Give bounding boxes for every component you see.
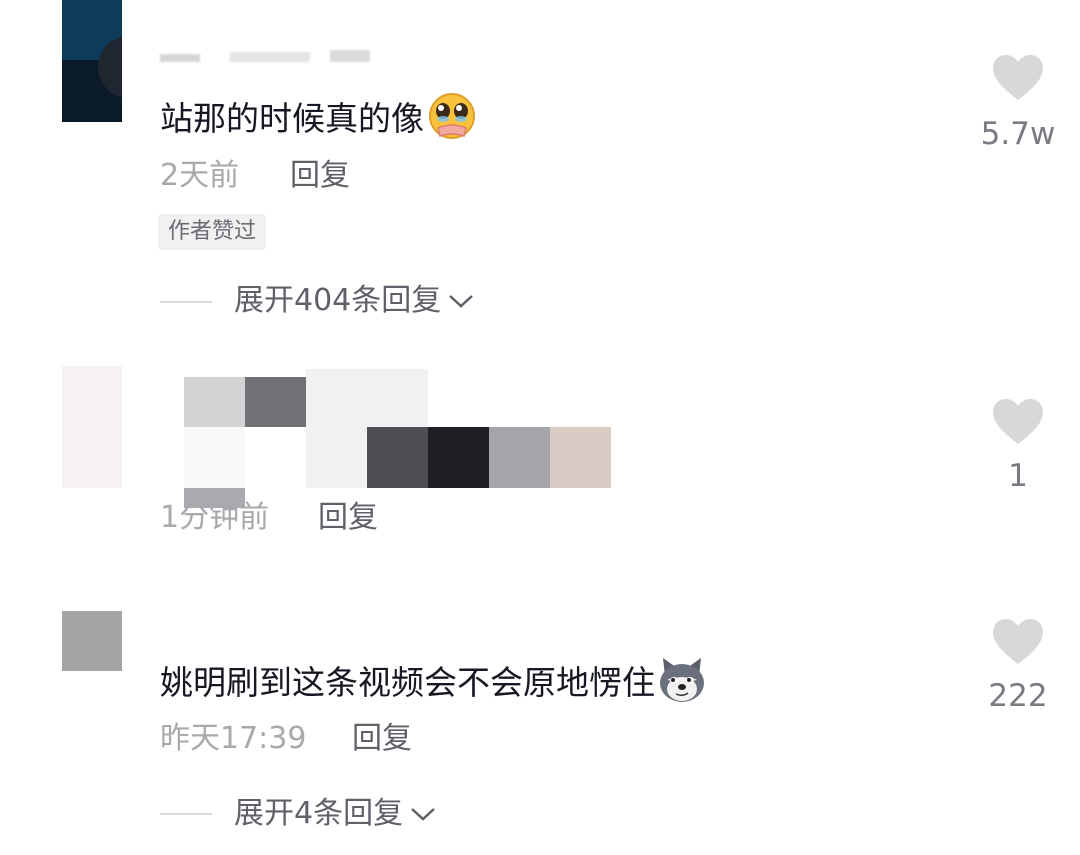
comment-text: 姚明刷到这条视频会不会原地愣住 — [160, 656, 707, 713]
comment-text-content: 站那的时候真的像 — [160, 99, 424, 138]
comment-item: 姚明刷到这条视频会不会原地愣住 昨天17:39 回复 展开4条回复 222 — [0, 580, 1080, 855]
username[interactable] — [160, 46, 370, 64]
comment-text: 站那的时候真的像 — [160, 92, 478, 149]
like-count: 5.7w — [980, 116, 1056, 152]
expand-divider — [160, 813, 212, 815]
husky-dog-emoji-icon — [657, 656, 707, 713]
pleading-face-emoji-icon — [426, 92, 478, 149]
reply-button[interactable]: 回复 — [352, 721, 412, 757]
avatar[interactable] — [62, 611, 122, 671]
expand-replies-label: 展开404条回复 — [234, 283, 442, 318]
reply-button[interactable]: 回复 — [290, 158, 350, 194]
comment-time: 2天前 — [160, 158, 240, 193]
expand-divider — [160, 301, 212, 303]
heart-icon[interactable] — [991, 54, 1045, 102]
heart-icon[interactable] — [991, 618, 1045, 666]
expand-replies-button[interactable]: 展开4条回复 — [234, 796, 437, 833]
chevron-down-icon — [447, 284, 475, 320]
comment-text-content: 姚明刷到这条视频会不会原地愣住 — [160, 663, 655, 702]
comment-time: 1分钟前 — [160, 500, 270, 535]
reply-button[interactable]: 回复 — [318, 500, 378, 536]
expand-replies-label: 展开4条回复 — [234, 796, 404, 831]
comment-item: 站那的时候真的像 2天前 回复 作者赞过 展开404条回复 5.7w — [0, 0, 1080, 340]
like-count: 1 — [1008, 458, 1028, 494]
avatar[interactable] — [62, 366, 122, 488]
like-count: 222 — [988, 678, 1048, 714]
comment-time: 昨天17:39 — [160, 721, 307, 756]
expand-replies-button[interactable]: 展开404条回复 — [234, 283, 475, 320]
mosaic-redaction — [184, 369, 614, 512]
heart-icon[interactable] — [991, 398, 1045, 446]
avatar[interactable] — [62, 0, 122, 122]
chevron-down-icon — [409, 797, 437, 833]
author-liked-badge: 作者赞过 — [158, 214, 267, 250]
comment-item: 1分钟前 回复 1 — [0, 340, 1080, 580]
